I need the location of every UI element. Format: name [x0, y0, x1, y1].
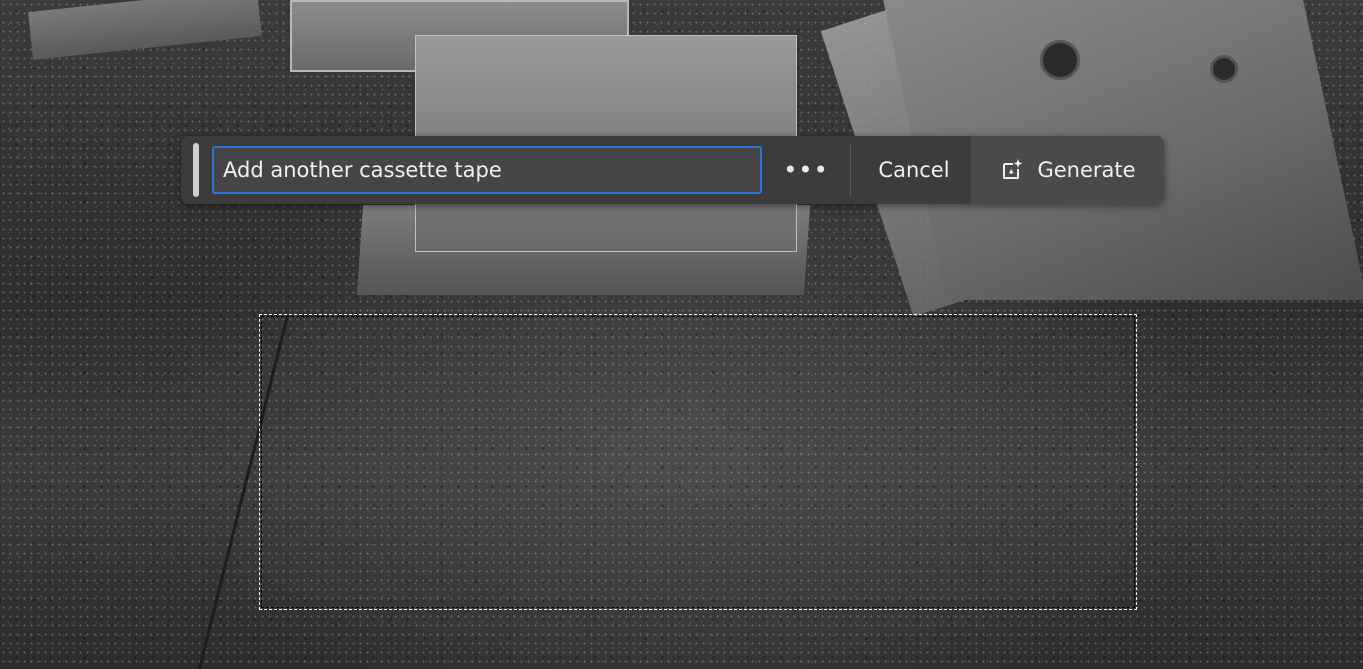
drag-handle-icon[interactable] — [193, 143, 199, 197]
cancel-label: Cancel — [878, 158, 950, 182]
selection-marquee[interactable] — [259, 314, 1137, 610]
generate-label: Generate — [1037, 158, 1136, 182]
generate-button[interactable]: Generate — [971, 136, 1164, 204]
contextual-task-bar: ••• Cancel Generate — [181, 136, 1164, 204]
generative-fill-icon — [1003, 159, 1023, 179]
prompt-input[interactable] — [212, 146, 762, 194]
more-options-icon: ••• — [783, 156, 829, 184]
photo-canvas[interactable]: ••• Cancel Generate — [0, 0, 1363, 669]
cassette-hole — [1040, 40, 1080, 80]
toolbar-divider — [850, 144, 851, 196]
cassette-hole — [1210, 55, 1238, 83]
more-options-button[interactable]: ••• — [776, 146, 836, 194]
cancel-button[interactable]: Cancel — [857, 136, 971, 204]
